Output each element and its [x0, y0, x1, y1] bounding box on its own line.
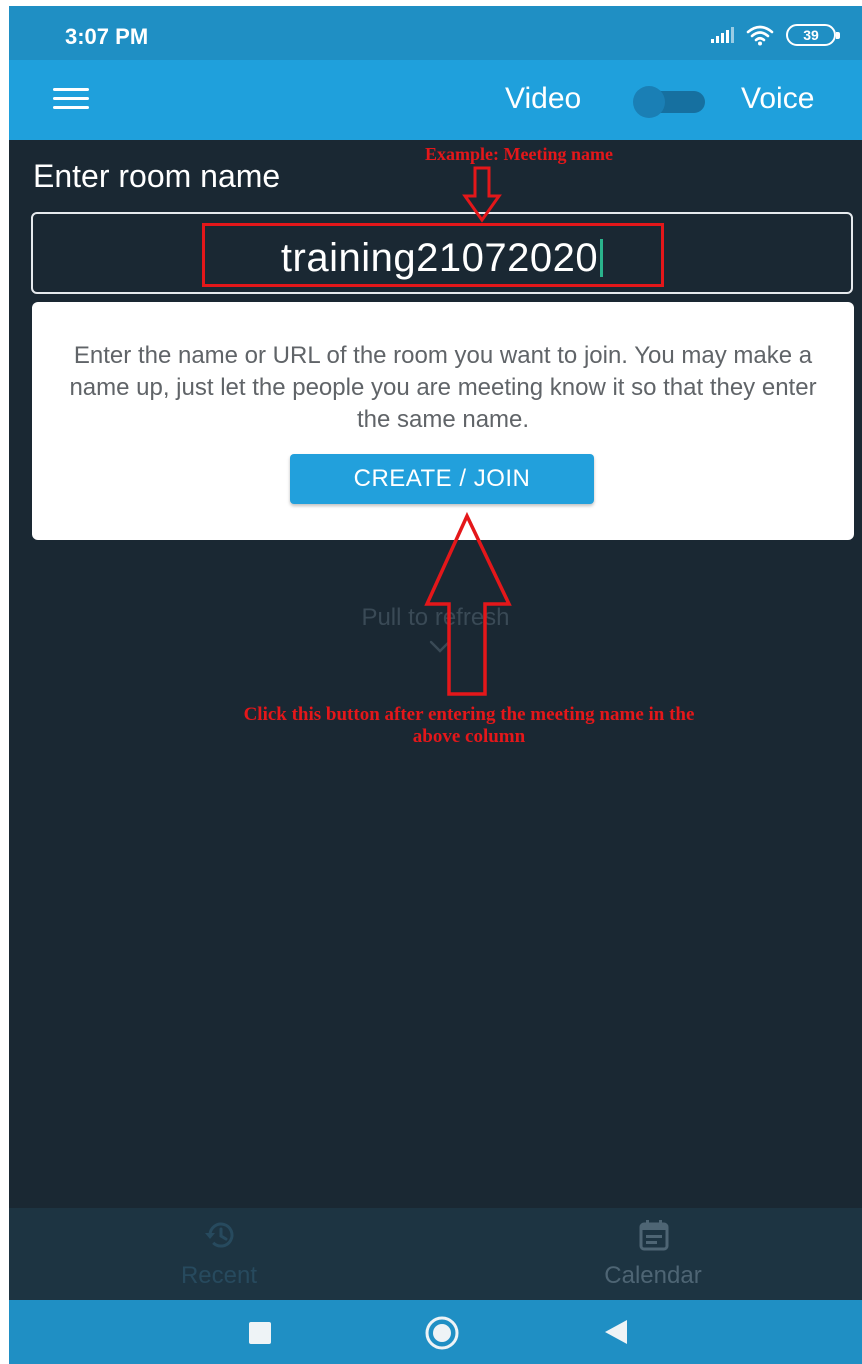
battery-icon: 39 [786, 24, 840, 46]
create-join-button[interactable]: CREATE / JOIN [290, 454, 594, 504]
home-circle-icon[interactable] [424, 1315, 460, 1351]
calendar-icon [639, 1220, 669, 1251]
info-card: Enter the name or URL of the room you wa… [32, 302, 854, 540]
video-voice-toggle[interactable] [633, 86, 705, 118]
history-icon [205, 1222, 234, 1248]
tab-calendar-label: Calendar [604, 1262, 702, 1289]
battery-level: 39 [803, 27, 819, 43]
pull-to-refresh-label: Pull to refresh [361, 604, 510, 631]
hamburger-menu-icon[interactable] [53, 88, 89, 112]
recents-square-icon[interactable] [249, 1322, 271, 1344]
tab-recent[interactable]: Recent [119, 1208, 319, 1300]
annotation-highlight-box [202, 223, 664, 287]
annotation-top-text: Example: Meeting name [425, 144, 613, 164]
info-text: Enter the name or URL of the room you wa… [69, 342, 817, 433]
bottom-tab-bar: Recent Calendar [9, 1208, 862, 1300]
video-mode-label[interactable]: Video [505, 82, 581, 116]
system-nav-bar [9, 1300, 862, 1364]
annotation-bottom-text: Click this button after entering the mee… [243, 704, 695, 747]
wifi-icon [746, 25, 774, 46]
status-time: 3:07 PM [65, 24, 149, 49]
tab-recent-label: Recent [180, 1262, 258, 1289]
room-name-label: Enter room name [33, 158, 281, 194]
app-bar: Video Voice [9, 60, 862, 140]
status-icons: 39 [711, 22, 840, 48]
phone-screen: 3:07 PM 39 Video Voice Enter room name t… [9, 6, 862, 1364]
signal-icon [711, 27, 734, 43]
chevron-down-icon [429, 640, 451, 653]
tab-calendar[interactable]: Calendar [553, 1208, 753, 1300]
status-bar: 3:07 PM 39 [9, 6, 862, 60]
voice-mode-label[interactable]: Voice [741, 82, 814, 116]
back-triangle-icon[interactable] [603, 1318, 629, 1346]
annotation-arrows [424, 166, 512, 696]
toggle-thumb [633, 86, 665, 118]
